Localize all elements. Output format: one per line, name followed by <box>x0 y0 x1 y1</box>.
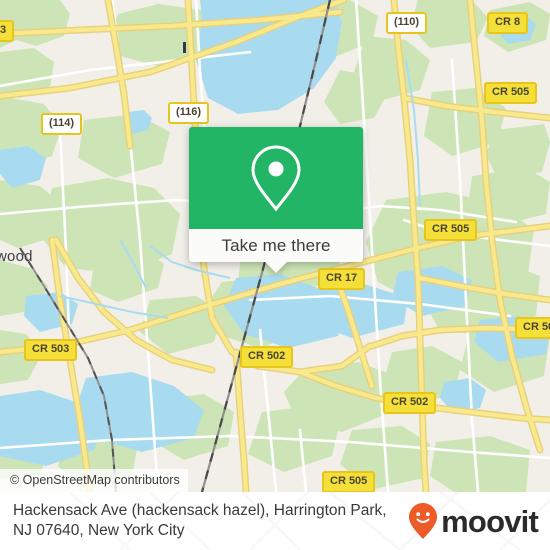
road-shield-cr-501[interactable]: CR 501 <box>515 317 550 339</box>
map-attribution[interactable]: © OpenStreetMap contributors <box>0 469 188 492</box>
take-me-there-button[interactable]: Take me there <box>221 236 330 256</box>
road-shield-3[interactable]: 3 <box>0 20 15 42</box>
road-shield-cr-502-b[interactable]: CR 502 <box>383 392 437 414</box>
popup-tail <box>265 262 287 273</box>
road-shield-cr-17[interactable]: CR 17 <box>318 268 366 290</box>
road-shield-cr-505-a[interactable]: CR 505 <box>484 82 538 104</box>
map-pin-icon <box>249 144 303 212</box>
moovit-logo[interactable]: moovit <box>408 502 539 540</box>
popup-footer[interactable]: Take me there <box>189 229 363 273</box>
road-shield-cr-505-c[interactable]: CR 505 <box>322 471 376 492</box>
road-shield-114[interactable]: (114) <box>41 113 83 135</box>
moovit-map-screenshot: wood 3 (110) CR 8 CR 505 (116) (114) CR … <box>0 0 550 550</box>
moovit-pin-icon <box>408 502 438 540</box>
road-shield-110[interactable]: (110) <box>386 12 428 34</box>
road-shield-cr-505-b[interactable]: CR 505 <box>424 219 478 241</box>
map-canvas[interactable]: wood 3 (110) CR 8 CR 505 (116) (114) CR … <box>0 0 550 492</box>
location-popup[interactable]: Take me there <box>189 127 363 273</box>
road-shield-116[interactable]: (116) <box>168 102 210 124</box>
road-shield-cr-8[interactable]: CR 8 <box>487 12 529 34</box>
road-shield-cr-503[interactable]: CR 503 <box>24 339 78 361</box>
popup-header <box>189 127 363 229</box>
place-label-wood: wood <box>0 248 33 265</box>
footer-bar: Hackensack Ave (hackensack hazel), Harri… <box>0 492 550 550</box>
moovit-wordmark: moovit <box>441 503 539 539</box>
road-shield-cr-502-a[interactable]: CR 502 <box>240 346 294 368</box>
address-label: Hackensack Ave (hackensack hazel), Harri… <box>13 501 387 539</box>
